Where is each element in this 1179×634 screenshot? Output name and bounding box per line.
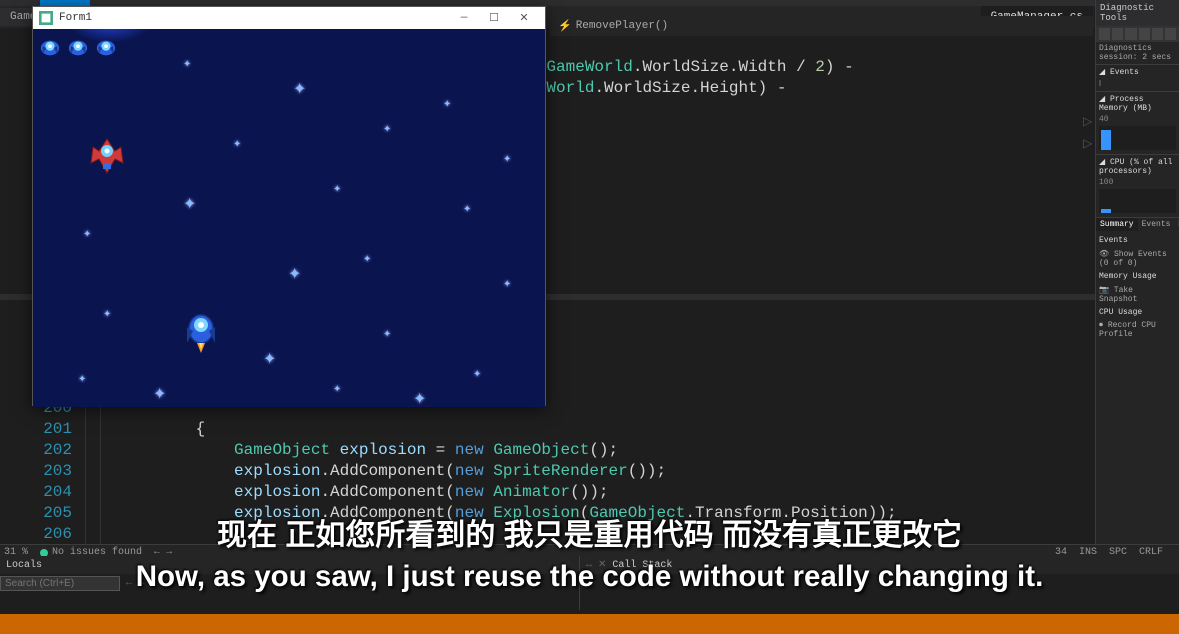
cpu-chart: [1099, 189, 1176, 213]
player-ship: [181, 309, 221, 357]
enemy-ship-icon: [39, 37, 61, 59]
diag-tabs: Summary Events Memo: [1096, 217, 1179, 231]
close-button[interactable]: ✕: [509, 11, 539, 25]
diag-tool-icon[interactable]: [1099, 28, 1110, 40]
diag-events-label: Events: [1099, 234, 1176, 247]
memory-chart: [1099, 126, 1176, 150]
bottom-panels: Locals ← → ↔ ✕ Call Stack: [0, 556, 1179, 610]
diag-tool-icon[interactable]: [1139, 28, 1150, 40]
game-canvas[interactable]: ✦ ✦ ✦ ✦ ✦ ✦ ✦ ✦ ✦ ✦ ✦ ✦ ✦ ✦ ✦ ✦ ✦ ✦ ✦ ✦ …: [33, 29, 545, 407]
lightning-icon: ⚡: [558, 19, 572, 33]
game-window[interactable]: Form1 — ☐ ✕ ✦ ✦ ✦ ✦ ✦ ✦ ✦ ✦ ✦ ✦ ✦ ✦ ✦ ✦ …: [32, 6, 546, 406]
callstack-title: Call Stack: [612, 560, 672, 571]
pin-icon[interactable]: ↔ ✕: [586, 559, 606, 571]
scroll-arrow-icon-2[interactable]: ▷: [1083, 136, 1093, 146]
breadcrumb-member: RemovePlayer(): [576, 20, 668, 32]
diag-cpu-usage-label: CPU Usage: [1099, 306, 1176, 319]
minimize-button[interactable]: —: [449, 12, 479, 24]
diag-tool-icon[interactable]: [1165, 28, 1176, 40]
diagnostic-title: Diagnostic Tools: [1096, 0, 1179, 26]
code-body[interactable]: { GameObject explosion = new GameObject(…: [90, 398, 897, 545]
diagnostic-toolbar: [1096, 26, 1179, 42]
code-line-203: explosion.AddComponent(new Animator());: [90, 483, 609, 501]
enemy-ship-icon: [67, 37, 89, 59]
code-line-200: {: [90, 420, 205, 438]
code-line-202: explosion.AddComponent(new SpriteRendere…: [90, 462, 666, 480]
diag-tab-summary[interactable]: Summary: [1096, 218, 1138, 231]
diag-events-header[interactable]: ◢ Events: [1099, 67, 1176, 77]
diag-cpu-header[interactable]: ◢ CPU (% of all processors): [1099, 157, 1176, 176]
diag-tab-memory[interactable]: Memo: [1174, 218, 1179, 231]
diag-tool-icon[interactable]: [1112, 28, 1123, 40]
enemy-red-ship: [85, 133, 129, 177]
diag-tool-icon[interactable]: [1125, 28, 1136, 40]
diagnostic-panel: Diagnostic Tools Diagnostics session: 2 …: [1095, 0, 1179, 545]
app-icon: [39, 11, 53, 25]
diag-procmem-header[interactable]: ◢ Process Memory (MB): [1099, 94, 1176, 113]
diag-tool-icon[interactable]: [1152, 28, 1163, 40]
locals-panel[interactable]: Locals ← →: [0, 556, 580, 610]
diag-record-profile[interactable]: ⏺ Record CPU Profile: [1099, 319, 1176, 341]
diag-show-events[interactable]: 👁 Show Events (0 of 0): [1099, 247, 1176, 270]
game-titlebar[interactable]: Form1 — ☐ ✕: [33, 7, 545, 29]
scroll-arrow-icon[interactable]: ▷: [1083, 114, 1093, 124]
diagnostic-session-label: Diagnostics session: 2 secs: [1096, 42, 1179, 64]
diag-take-snapshot[interactable]: 📷 Take Snapshot: [1099, 283, 1176, 306]
maximize-button[interactable]: ☐: [479, 11, 509, 25]
diag-tab-events[interactable]: Events: [1138, 218, 1175, 231]
status-bar-main: [0, 614, 1179, 634]
game-title: Form1: [59, 12, 92, 24]
code-line-201: GameObject explosion = new GameObject();: [90, 441, 618, 459]
breadcrumb[interactable]: ⚡ RemovePlayer(): [550, 16, 1093, 36]
enemy-ship-icon: [95, 37, 117, 59]
search-input[interactable]: [0, 576, 120, 591]
gutter: 200 201 202 203 204 205 206: [22, 398, 82, 545]
search-nav-icons[interactable]: ← →: [126, 578, 144, 589]
locals-title: Locals: [6, 560, 42, 571]
diag-memory-usage-label: Memory Usage: [1099, 270, 1176, 283]
code-line-204: explosion.AddComponent(new Explosion(Gam…: [90, 504, 897, 522]
callstack-panel[interactable]: ↔ ✕ Call Stack: [580, 556, 1179, 610]
